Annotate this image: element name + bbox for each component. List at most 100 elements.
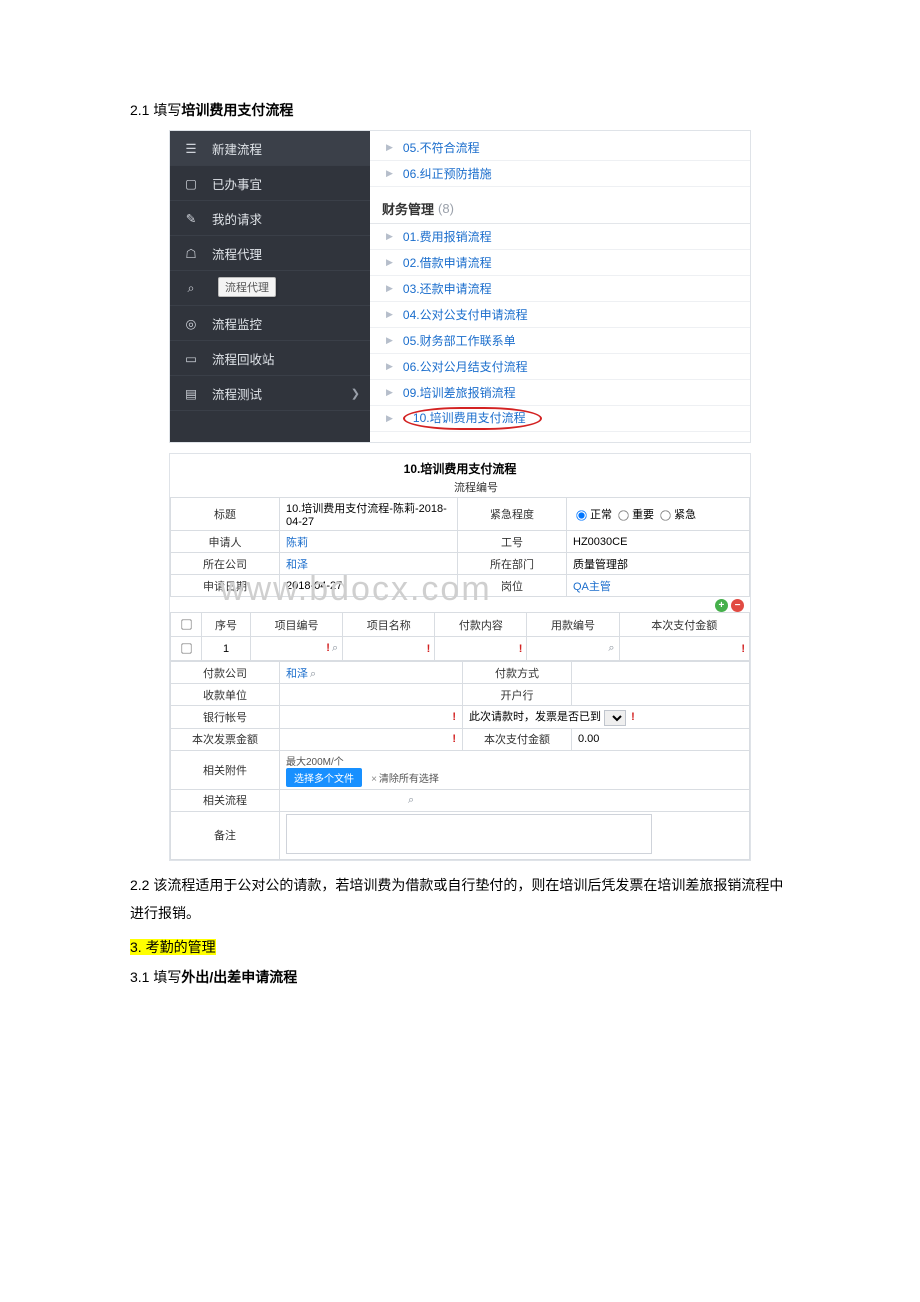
val-invoice-amt[interactable]: ! bbox=[280, 728, 463, 750]
lbl-attach: 相关附件 bbox=[171, 750, 280, 789]
form-title: 10.培训费用支付流程 bbox=[170, 454, 750, 479]
sidebar-item-test[interactable]: ▤ 流程测试 ❯ bbox=[170, 376, 370, 411]
figure-1: ☰ 新建流程 ▢ 已办事宜 ✎ 我的请求 ☖ 流程代理 ⌕ 流程代理 bbox=[130, 130, 790, 443]
note-cell bbox=[280, 811, 750, 859]
row-checkbox[interactable] bbox=[181, 643, 191, 653]
val-paymethod[interactable] bbox=[572, 662, 750, 684]
select-all-checkbox[interactable] bbox=[181, 619, 191, 629]
lbl-date: 申请日期 bbox=[171, 575, 280, 597]
urgency-urgent[interactable] bbox=[660, 510, 670, 520]
cell-pname[interactable]: ! bbox=[343, 637, 435, 661]
trash-icon: ▭ bbox=[182, 351, 200, 366]
figure-2: www.bdocx.com 10.培训费用支付流程 流程编号 标题 10.培训费… bbox=[130, 453, 790, 861]
cat-item-05[interactable]: ▶05.不符合流程 bbox=[370, 135, 750, 161]
cell-amt[interactable]: ! bbox=[619, 637, 749, 661]
sidebar-item-label: 流程监控 bbox=[212, 314, 262, 333]
val-bank[interactable] bbox=[572, 684, 750, 706]
invoice-question[interactable]: 此次请款时，发票是否已到 ! bbox=[463, 706, 750, 729]
sidebar: ☰ 新建流程 ▢ 已办事宜 ✎ 我的请求 ☖ 流程代理 ⌕ 流程代理 bbox=[170, 131, 370, 442]
search-icon[interactable]: ⌕ bbox=[606, 642, 614, 654]
cat-item-fin-2[interactable]: ▶02.借款申请流程 bbox=[370, 250, 750, 276]
sidebar-item-done[interactable]: ▢ 已办事宜 bbox=[170, 166, 370, 201]
cat-item-fin-7[interactable]: ▶09.培训差旅报销流程 bbox=[370, 380, 750, 406]
sidebar-item-delegate[interactable]: ☖ 流程代理 bbox=[170, 236, 370, 271]
lbl-company: 所在公司 bbox=[171, 553, 280, 575]
sec-2-2: 2.2 该流程适用于公对公的请款，若培训费为借款或自行垫付的，则在培训后凭发票在… bbox=[130, 871, 790, 927]
urgency-normal[interactable] bbox=[576, 510, 586, 520]
sec-3: 3. 考勤的管理 bbox=[130, 937, 790, 957]
tooltip-delegate: 流程代理 bbox=[218, 277, 276, 297]
val-post[interactable]: QA主管 bbox=[567, 575, 750, 597]
table-row[interactable]: 1 !⌕ ! ! ⌕ ! bbox=[171, 637, 750, 661]
cell-payc[interactable]: ! bbox=[435, 637, 527, 661]
invoice-select[interactable] bbox=[604, 710, 626, 726]
checklist-icon: ▢ bbox=[182, 176, 200, 191]
item-controls: + − bbox=[170, 597, 750, 612]
val-thispay: 0.00 bbox=[572, 728, 750, 750]
add-row-button[interactable]: + bbox=[715, 599, 728, 612]
monitor-icon: ◎ bbox=[182, 316, 200, 331]
col-pname: 项目名称 bbox=[343, 613, 435, 637]
attach-cell: 最大200M/个 选择多个文件 清除所有选择 bbox=[280, 750, 750, 789]
val-company[interactable]: 和泽 bbox=[280, 553, 458, 575]
triangle-icon: ▶ bbox=[386, 413, 393, 424]
urgency-important[interactable] bbox=[618, 510, 628, 520]
cell-ucode[interactable]: ⌕ bbox=[527, 637, 619, 661]
urgency-radios[interactable]: 正常 重要 紧急 bbox=[567, 498, 750, 531]
process-no-row: 流程编号 bbox=[170, 479, 750, 497]
cat-item-fin-6[interactable]: ▶06.公对公月结支付流程 bbox=[370, 354, 750, 380]
chevron-right-icon: ❯ bbox=[351, 387, 360, 400]
cat-item-06[interactable]: ▶06.纠正预防措施 bbox=[370, 161, 750, 187]
finance-header: 财务管理(8) bbox=[370, 193, 750, 224]
val-date[interactable]: 2018-04-27 bbox=[280, 575, 458, 597]
triangle-icon: ▶ bbox=[386, 361, 393, 372]
sec-3-1: 3.1 填写外出/出差申请流程 bbox=[130, 967, 790, 987]
col-amt: 本次支付金额 bbox=[619, 613, 749, 637]
attach-limit: 最大200M/个 bbox=[286, 753, 743, 768]
search-icon[interactable]: ⌕ bbox=[308, 668, 316, 680]
sidebar-item-label: 流程回收站 bbox=[212, 349, 275, 368]
val-empno: HZ0030CE bbox=[567, 531, 750, 553]
category-list: ▶05.不符合流程 ▶06.纠正预防措施 财务管理(8) ▶01.费用报销流程 … bbox=[370, 131, 750, 442]
sidebar-item-label: 新建流程 bbox=[212, 139, 262, 158]
cat-item-fin-8[interactable]: ▶ 10.培训费用支付流程 bbox=[370, 406, 750, 432]
triangle-icon: ▶ bbox=[386, 335, 393, 346]
sidebar-item-recycle[interactable]: ▭ 流程回收站 bbox=[170, 341, 370, 376]
highlighted-link[interactable]: 10.培训费用支付流程 bbox=[403, 407, 542, 430]
triangle-icon: ▶ bbox=[386, 387, 393, 398]
lbl-paymethod: 付款方式 bbox=[463, 662, 572, 684]
val-applicant[interactable]: 陈莉 bbox=[280, 531, 458, 553]
val-payee[interactable] bbox=[280, 684, 463, 706]
note-textarea[interactable] bbox=[286, 814, 652, 854]
remove-row-button[interactable]: − bbox=[731, 599, 744, 612]
cat-item-fin-4[interactable]: ▶04.公对公支付申请流程 bbox=[370, 302, 750, 328]
relflow-cell[interactable]: ⌕ bbox=[280, 789, 750, 811]
sidebar-item-new-process[interactable]: ☰ 新建流程 bbox=[170, 131, 370, 166]
col-payc: 付款内容 bbox=[435, 613, 527, 637]
sidebar-item-monitor[interactable]: ◎ 流程监控 bbox=[170, 306, 370, 341]
val-paycompany[interactable]: 和泽⌕ bbox=[280, 662, 463, 684]
lbl-paycompany: 付款公司 bbox=[171, 662, 280, 684]
cat-item-fin-1[interactable]: ▶01.费用报销流程 bbox=[370, 224, 750, 250]
sidebar-item-my-requests[interactable]: ✎ 我的请求 bbox=[170, 201, 370, 236]
attach-clear-button[interactable]: 清除所有选择 bbox=[371, 774, 439, 785]
triangle-icon: ▶ bbox=[386, 142, 393, 153]
val-title[interactable]: 10.培训费用支付流程-陈莉-2018-04-27 bbox=[280, 498, 458, 531]
sidebar-item-label: 我的请求 bbox=[212, 209, 262, 228]
attach-button[interactable]: 选择多个文件 bbox=[286, 768, 362, 787]
search-icon[interactable]: ⌕ bbox=[330, 642, 338, 654]
triangle-icon: ▶ bbox=[386, 257, 393, 268]
sidebar-item-search[interactable]: ⌕ 流程代理 bbox=[170, 271, 370, 306]
edit-icon: ✎ bbox=[182, 211, 200, 226]
cat-item-fin-5[interactable]: ▶05.财务部工作联系单 bbox=[370, 328, 750, 354]
lower-table: 付款公司 和泽⌕ 付款方式 收款单位 开户行 银行帐号 ! 此次请款时，发票是否… bbox=[170, 661, 750, 860]
header-table: 标题 10.培训费用支付流程-陈莉-2018-04-27 紧急程度 正常 重要 … bbox=[170, 497, 750, 597]
col-ucode: 用款编号 bbox=[527, 613, 619, 637]
sec-2-1: 2.1 填写培训费用支付流程 bbox=[130, 100, 790, 120]
val-acct[interactable]: ! bbox=[280, 706, 463, 729]
cell-pno[interactable]: !⌕ bbox=[251, 637, 343, 661]
lbl-post: 岗位 bbox=[458, 575, 567, 597]
lbl-empno: 工号 bbox=[458, 531, 567, 553]
search-icon[interactable]: ⌕ bbox=[406, 794, 414, 806]
cat-item-fin-3[interactable]: ▶03.还款申请流程 bbox=[370, 276, 750, 302]
